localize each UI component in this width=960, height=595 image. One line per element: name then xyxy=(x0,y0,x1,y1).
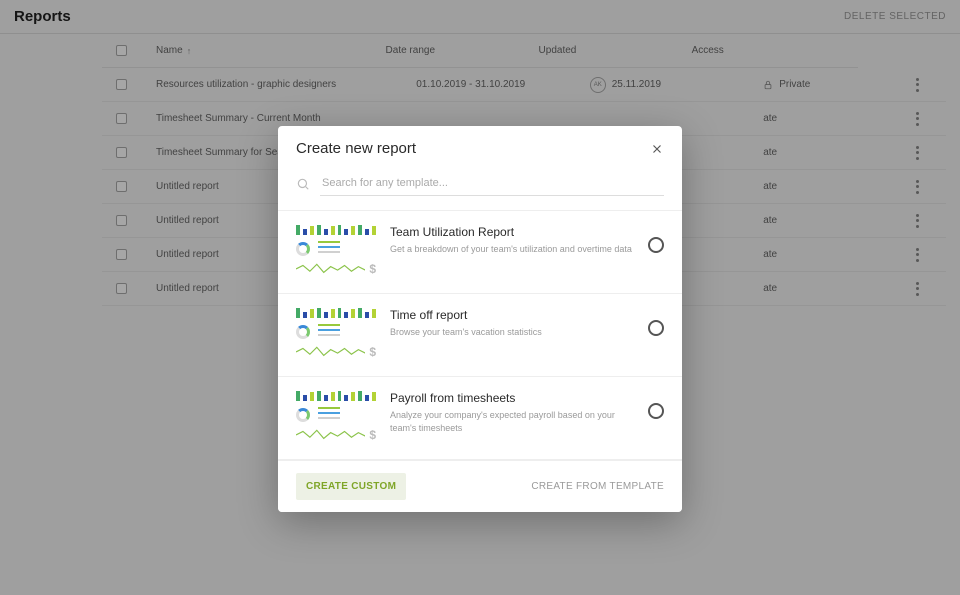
template-desc: Get a breakdown of your team's utilizati… xyxy=(390,243,634,256)
template-thumbnail-icon: $ xyxy=(296,306,376,364)
template-radio[interactable] xyxy=(648,403,664,419)
template-title: Team Utilization Report xyxy=(390,225,634,239)
template-title: Payroll from timesheets xyxy=(390,391,634,405)
create-custom-button[interactable]: CREATE CUSTOM xyxy=(296,473,406,500)
close-icon[interactable] xyxy=(650,142,664,156)
template-item[interactable]: $ Payroll from timesheets Analyze your c… xyxy=(278,377,682,460)
create-from-template-button[interactable]: CREATE FROM TEMPLATE xyxy=(531,481,664,492)
template-thumbnail-icon: $ xyxy=(296,223,376,281)
dollar-icon: $ xyxy=(369,428,376,442)
create-report-modal: Create new report $ Team Utilization Rep… xyxy=(278,126,682,512)
dollar-icon: $ xyxy=(369,262,376,276)
template-desc: Browse your team's vacation statistics xyxy=(390,326,634,339)
template-desc: Analyze your company's expected payroll … xyxy=(390,409,634,434)
template-title: Time off report xyxy=(390,308,634,322)
search-input[interactable] xyxy=(320,171,664,196)
template-item[interactable]: $ Team Utilization Report Get a breakdow… xyxy=(278,211,682,294)
modal-overlay[interactable]: Create new report $ Team Utilization Rep… xyxy=(0,0,960,595)
search-icon xyxy=(296,177,310,191)
template-list: $ Team Utilization Report Get a breakdow… xyxy=(278,211,682,460)
template-radio[interactable] xyxy=(648,320,664,336)
dollar-icon: $ xyxy=(369,345,376,359)
template-thumbnail-icon: $ xyxy=(296,389,376,447)
template-radio[interactable] xyxy=(648,237,664,253)
template-item[interactable]: $ Time off report Browse your team's vac… xyxy=(278,294,682,377)
modal-title: Create new report xyxy=(296,140,416,157)
